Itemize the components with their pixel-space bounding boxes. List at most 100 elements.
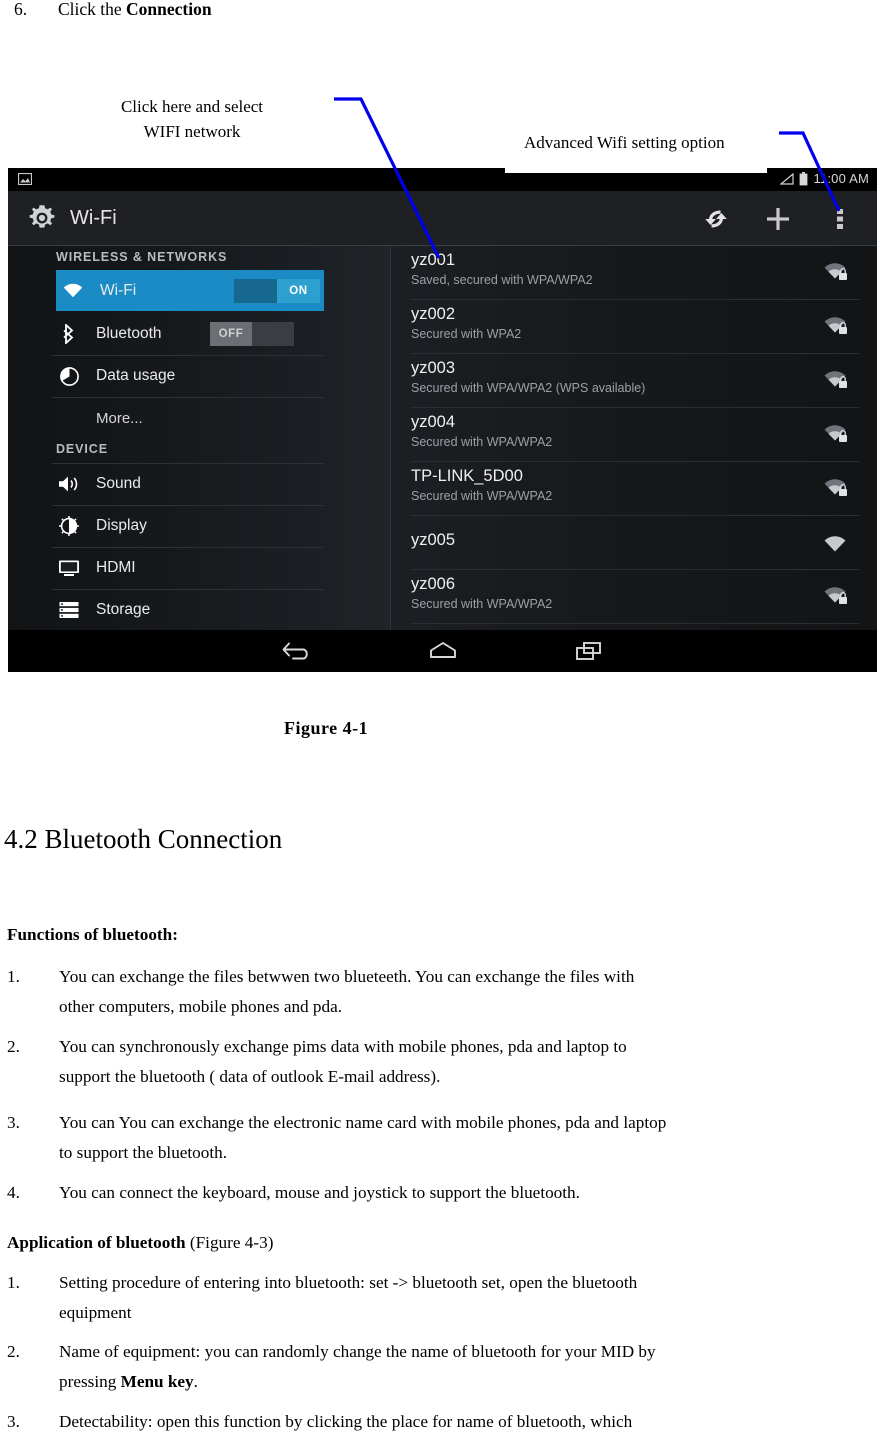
application-item-3: 3. Detectability: open this function by … (7, 1407, 833, 1437)
step-6: 6. Click the Connection (14, 0, 212, 20)
sidebar-item-label: Display (96, 517, 147, 534)
settings-body: WIRELESS & NETWORKS Wi-Fi ON Bluetooth O… (8, 246, 877, 631)
bluetooth-toggle-label: OFF (210, 321, 252, 346)
bluetooth-toggle[interactable]: OFF (210, 321, 294, 346)
sidebar-item-more[interactable]: More... (52, 397, 324, 438)
wifi-ssid: yz006 (411, 575, 456, 593)
list-text-line-2: to support the bluetooth. (59, 1143, 228, 1162)
wifi-list-item[interactable]: yz003 Secured with WPA/WPA2 (WPS availab… (411, 354, 859, 408)
wifi-status: Saved, secured with WPA/WPA2 (411, 273, 593, 287)
functions-heading: Functions of bluetooth: (7, 925, 178, 944)
sidebar-item-label: Wi-Fi (100, 281, 137, 299)
wifi-status: Secured with WPA/WPA2 (411, 489, 553, 503)
android-screenshot: 11:00 AM Wi-Fi WIRELESS & NETWORKS Wi-Fi… (8, 168, 877, 672)
wifi-list-item[interactable]: yz001 Saved, secured with WPA/WPA2 (411, 246, 859, 300)
wifi-status: Secured with WPA/WPA2 (411, 435, 553, 449)
action-bar-actions (699, 191, 871, 246)
recents-button[interactable] (568, 636, 610, 666)
sidebar-item-hdmi[interactable]: HDMI (52, 547, 324, 588)
wifi-list-item[interactable]: yz005 (411, 516, 859, 570)
callout-line-1: Click here and select (120, 97, 264, 116)
callout-white-mask (505, 168, 767, 173)
functions-item-3: 3. You can You can exchange the electron… (7, 1108, 833, 1168)
settings-gear-icon (29, 205, 55, 228)
home-button[interactable] (422, 636, 464, 666)
functions-item-4: 4. You can connect the keyboard, mouse a… (7, 1178, 833, 1208)
wifi-ssid: yz004 (411, 413, 456, 431)
wifi-signal-locked-icon (824, 425, 847, 442)
sidebar-item-storage[interactable]: Storage (52, 589, 324, 630)
screenshot-icon (18, 173, 32, 185)
sidebar-item-label: Data usage (96, 367, 176, 384)
step-text-bold: Connection (126, 0, 212, 19)
overflow-menu-icon[interactable] (823, 202, 857, 236)
wifi-toggle[interactable]: ON (234, 278, 320, 303)
list-text-bold: Menu key (120, 1372, 194, 1391)
list-text-line-2: pressing Menu key. (59, 1367, 833, 1397)
application-heading: Application of bluetooth (Figure 4-3) (7, 1228, 273, 1258)
wifi-signal-locked-icon (824, 371, 847, 388)
wifi-signal-locked-icon (824, 317, 847, 334)
sidebar-item-label: More... (96, 409, 143, 427)
status-bar-right: 11:00 AM (780, 171, 869, 186)
figure-caption: Figure 4-1 (284, 718, 369, 738)
wifi-list-item[interactable]: TP-LINK_5D00 Secured with WPA/WPA2 (411, 462, 859, 516)
list-text-line-1: Setting procedure of entering into bluet… (59, 1273, 638, 1292)
application-item-2: 2. Name of equipment: you can randomly c… (7, 1337, 833, 1397)
wifi-scan-icon[interactable] (699, 202, 733, 236)
list-text-line-2: support the bluetooth ( data of outlook … (59, 1067, 441, 1086)
wifi-ssid: TP-LINK_5D00 (411, 467, 523, 485)
wifi-ssid: yz005 (411, 531, 456, 549)
list-text-line-1: You can You can exchange the electronic … (59, 1113, 667, 1132)
settings-sidebar: WIRELESS & NETWORKS Wi-Fi ON Bluetooth O… (8, 246, 390, 631)
list-number: 1. (7, 967, 20, 986)
list-text-line-1: You can connect the keyboard, mouse and … (59, 1183, 580, 1202)
data-usage-icon (56, 366, 82, 386)
action-bar-title: Wi-Fi (70, 207, 117, 229)
sidebar-group-device: DEVICE (56, 442, 108, 456)
list-text-line-1: Detectability: open this function by cli… (59, 1412, 633, 1431)
wifi-network-list: yz001 Saved, secured with WPA/WPA2 yz002… (391, 246, 877, 630)
hdmi-icon (56, 559, 82, 577)
wifi-list-item[interactable]: yz004 Secured with WPA/WPA2 (411, 408, 859, 462)
application-item-1: 1. Setting procedure of entering into bl… (7, 1268, 833, 1328)
list-text-line-2-plain: pressing (59, 1372, 121, 1391)
list-text-line-1: You can exchange the files betwwen two b… (59, 967, 635, 986)
section-heading: 4.2 Bluetooth Connection (4, 824, 283, 854)
sidebar-item-label: Bluetooth (96, 324, 162, 342)
step-text: Click the (58, 0, 127, 19)
list-text-line-1: Name of equipment: you can randomly chan… (59, 1342, 656, 1361)
sidebar-item-bluetooth[interactable]: Bluetooth OFF (52, 313, 324, 354)
sidebar-item-display[interactable]: Display (52, 505, 324, 546)
list-number: 3. (7, 1113, 20, 1132)
sidebar-group-wireless: WIRELESS & NETWORKS (56, 250, 228, 264)
wifi-list-item[interactable]: yz006 Secured with WPA/WPA2 (411, 570, 859, 624)
list-text-line-2-end: . (193, 1372, 198, 1391)
sidebar-item-sound[interactable]: Sound (52, 463, 324, 504)
application-heading-bold: Application of bluetooth (7, 1233, 186, 1252)
sidebar-item-data-usage[interactable]: Data usage (52, 355, 324, 396)
list-text-line-2: equipment (59, 1303, 132, 1322)
list-number: 1. (7, 1273, 20, 1292)
back-button[interactable] (276, 636, 318, 666)
wifi-toggle-label: ON (277, 278, 320, 303)
battery-icon (800, 171, 808, 185)
list-number: 2. (7, 1342, 20, 1361)
signal-triangle-icon (780, 172, 795, 185)
wifi-list-item[interactable]: yz002 Secured with WPA2 (411, 300, 859, 354)
wifi-status: Secured with WPA/WPA2 (411, 597, 553, 611)
sidebar-item-label: Storage (96, 601, 151, 618)
wifi-ssid: yz002 (411, 305, 456, 323)
wifi-status: Secured with WPA/WPA2 (WPS available) (411, 381, 646, 395)
wifi-icon (60, 283, 86, 298)
wifi-signal-locked-icon (824, 263, 847, 280)
sidebar-item-wifi[interactable]: Wi-Fi ON (56, 270, 324, 311)
callout-advanced-wifi: Advanced Wifi setting option (524, 130, 725, 155)
action-bar: Wi-Fi (8, 191, 877, 246)
display-icon (56, 516, 82, 536)
list-number: 4. (7, 1183, 20, 1202)
application-heading-plain: (Figure 4-3) (185, 1233, 274, 1252)
list-text-line-1: You can synchronously exchange pims data… (59, 1037, 627, 1056)
wifi-signal-locked-icon (824, 479, 847, 496)
add-network-icon[interactable] (761, 202, 795, 236)
